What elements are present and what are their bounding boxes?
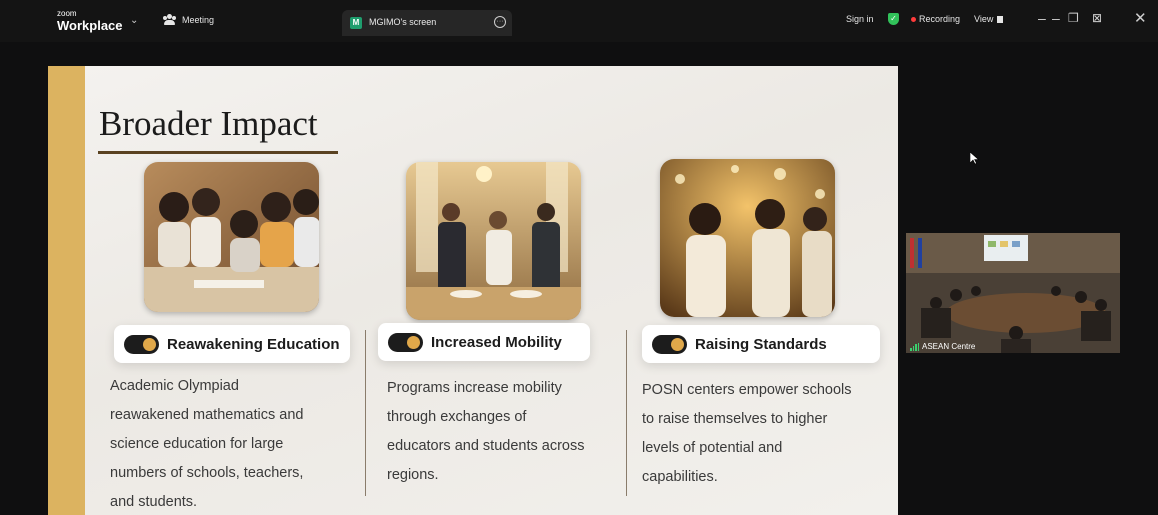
description-line: through exchanges of xyxy=(387,409,527,425)
recording-dot-icon xyxy=(911,17,916,23)
restore-window-icon[interactable]: ❐ xyxy=(1068,12,1079,24)
connection-signal-icon xyxy=(910,342,919,351)
title-underline xyxy=(98,151,338,154)
participant-video-thumbnail[interactable]: ASEAN Centre xyxy=(906,233,1120,353)
description-line: POSN centers empower schools xyxy=(642,382,852,398)
exit-fullscreen-icon[interactable]: ⊠ xyxy=(1092,12,1102,24)
security-shield-icon[interactable]: ✓ xyxy=(888,13,899,25)
card-label: Raising Standards xyxy=(695,335,827,353)
description-line: reawakened mathematics and xyxy=(110,407,304,423)
people-icon xyxy=(163,14,176,25)
more-options-icon[interactable]: ··· xyxy=(494,16,506,28)
brand-big-text: Workplace xyxy=(57,18,123,33)
raising-standards-toggle-pill[interactable]: Raising Standards xyxy=(642,325,880,363)
increased-mobility-toggle-pill[interactable]: Increased Mobility xyxy=(378,323,590,361)
description-line: levels of potential and xyxy=(642,440,783,456)
minimize-window-icon[interactable]: – xyxy=(1052,11,1060,25)
reawakening-education-description: Academic Olympiad reawakened mathematics… xyxy=(110,372,303,515)
networking-event-photo xyxy=(406,162,581,320)
toggle-switch-icon[interactable] xyxy=(388,332,423,352)
reawakening-education-toggle-pill[interactable]: Reawakening Education xyxy=(114,325,350,363)
description-line: Academic Olympiad xyxy=(110,378,239,394)
participant-name-label: ASEAN Centre xyxy=(910,342,975,351)
slide-title: Broader Impact xyxy=(99,104,318,143)
card-label: Reawakening Education xyxy=(167,335,340,353)
description-line: to raise themselves to higher xyxy=(642,411,828,427)
raising-standards-description: POSN centers empower schools to raise th… xyxy=(642,376,852,492)
minimize-share-icon[interactable]: – xyxy=(1038,11,1046,25)
column-divider xyxy=(626,330,627,496)
description-line: Programs increase mobility xyxy=(387,380,562,396)
sharer-avatar-badge: M xyxy=(350,17,362,29)
view-button[interactable]: View xyxy=(974,14,1004,24)
graduates-celebration-photo xyxy=(660,159,835,317)
recording-indicator[interactable]: Recording xyxy=(911,14,960,24)
zoom-top-bar: zoom Workplace ⌄ Meeting M MGIMO's scree… xyxy=(0,0,1158,42)
description-line: and students. xyxy=(110,494,198,510)
zoom-workplace-logo[interactable]: zoom Workplace xyxy=(57,9,123,33)
close-window-icon[interactable]: ✕ xyxy=(1134,11,1147,26)
description-line: regions. xyxy=(387,467,439,483)
description-line: educators and students across xyxy=(387,438,585,454)
sign-in-button[interactable]: Sign in xyxy=(846,14,874,24)
view-label: View xyxy=(974,14,994,24)
card-label: Increased Mobility xyxy=(431,333,562,351)
chevron-down-icon[interactable]: ⌄ xyxy=(130,15,138,26)
students-studying-photo xyxy=(144,162,319,312)
recording-label: Recording xyxy=(919,14,961,24)
description-line: science education for large xyxy=(110,436,284,452)
meeting-button[interactable]: Meeting xyxy=(163,14,214,25)
increased-mobility-description: Programs increase mobility through excha… xyxy=(387,374,584,490)
brand-small-text: zoom xyxy=(57,9,77,18)
participant-name: ASEAN Centre xyxy=(922,342,976,351)
column-divider xyxy=(365,330,366,496)
description-line: capabilities. xyxy=(642,469,718,485)
shared-screen-tab[interactable]: M MGIMO's screen ··· xyxy=(342,10,512,36)
shared-slide: Broader Impact Reawakening Education Inc… xyxy=(48,66,898,515)
toggle-switch-icon[interactable] xyxy=(652,334,687,354)
view-layout-icon xyxy=(997,16,1004,24)
toggle-switch-icon[interactable] xyxy=(124,334,159,354)
meeting-label: Meeting xyxy=(182,14,215,25)
shared-screen-label: MGIMO's screen xyxy=(369,17,437,27)
slide-accent-bar xyxy=(48,66,85,515)
description-line: numbers of schools, teachers, xyxy=(110,465,304,481)
